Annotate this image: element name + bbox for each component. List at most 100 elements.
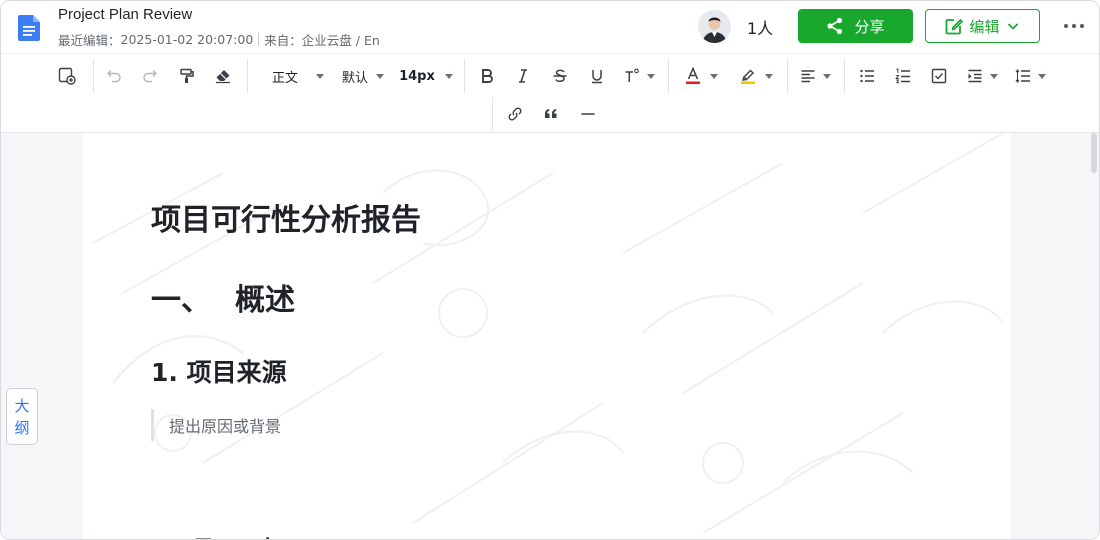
underline-icon (592, 70, 602, 84)
line-spacing-select[interactable] (1009, 64, 1051, 88)
document-header: Project Plan Review 最近编辑： 2025-01-02 20:… (1, 1, 1099, 53)
caret-down-icon (444, 73, 453, 79)
strikethrough-icon (553, 69, 567, 82)
placeholder-quote-block[interactable]: 提出原因或背景 (151, 409, 281, 441)
line-spacing-icon (1015, 69, 1030, 83)
edit-icon (946, 19, 964, 35)
more-dot-icon (1072, 24, 1076, 28)
text-color-select[interactable] (679, 64, 723, 88)
section-title: 概述 (235, 283, 295, 318)
bold-button[interactable] (475, 64, 499, 88)
italic-icon (519, 69, 527, 83)
caret-down-icon (646, 73, 655, 79)
font-size-select[interactable]: 14px (397, 64, 455, 88)
edit-label: 编辑 (969, 17, 1000, 36)
avatar[interactable] (698, 10, 731, 43)
toolbar-divider (247, 59, 248, 93)
insert-block-icon (58, 67, 76, 85)
italic-button[interactable] (511, 64, 535, 88)
caret-down-icon (709, 73, 718, 79)
insert-link-button[interactable] (503, 102, 527, 126)
editor-canvas: 项目可行性分析报告 一、 概述 1. 项目来源 提出原因或背景 2. 项目目标 (1, 133, 1099, 539)
font-family-value: 默认 (341, 70, 368, 86)
paragraph-style-select[interactable]: 正文 (263, 64, 333, 88)
font-family-select[interactable]: 默认 (337, 64, 389, 88)
horizontal-rule-icon (581, 113, 595, 115)
superscript-select[interactable] (619, 64, 659, 88)
bulleted-list-icon (860, 69, 874, 83)
align-left-icon (801, 70, 814, 83)
caret-down-icon (376, 73, 384, 79)
outline-toggle-button[interactable]: 大 纲 (6, 388, 38, 445)
checkbox-icon (931, 68, 947, 84)
align-select[interactable] (795, 64, 835, 88)
bold-icon (482, 69, 493, 83)
caret-down-icon (989, 73, 998, 79)
share-button[interactable]: 分享 (798, 9, 913, 43)
more-dot-icon (1064, 24, 1068, 28)
toolbar-divider (492, 97, 493, 131)
text-color-icon (685, 67, 700, 84)
user-avatar-icon (698, 10, 731, 43)
subsection-heading-2[interactable]: 2. 项目目标 (151, 531, 287, 539)
formatting-toolbar: 正文 默认 14px (1, 53, 1099, 133)
outline-label-bottom: 纲 (14, 418, 30, 437)
caret-down-icon (1037, 73, 1046, 79)
document-page[interactable]: 项目可行性分析报告 一、 概述 1. 项目来源 提出原因或背景 2. 项目目标 (83, 133, 1011, 539)
quote-icon (545, 109, 557, 118)
strikethrough-button[interactable] (548, 64, 572, 88)
section-number: 一、 (151, 283, 211, 318)
share-label: 分享 (854, 17, 885, 36)
clear-format-button[interactable] (211, 64, 235, 88)
subsection-heading-1[interactable]: 1. 项目来源 (151, 353, 287, 389)
quote-button[interactable] (539, 102, 563, 126)
collaborator-count[interactable]: 1人 (747, 15, 773, 39)
document-icon (18, 15, 40, 41)
eraser-icon (216, 70, 230, 84)
vertical-scrollbar[interactable] (1089, 133, 1099, 539)
toolbar-divider (464, 59, 465, 93)
outline-label-top: 大 (14, 396, 30, 415)
numbered-list-button[interactable] (891, 64, 915, 88)
caret-down-icon (764, 73, 773, 79)
paragraph-style-value: 正文 (271, 70, 298, 86)
insert-block-button[interactable] (54, 64, 80, 88)
toolbar-divider (844, 59, 845, 93)
format-painter-button[interactable] (175, 64, 199, 88)
toolbar-divider (668, 59, 669, 93)
chevron-down-icon (1007, 23, 1018, 30)
link-icon (508, 107, 522, 121)
meta-divider (258, 33, 260, 46)
document-title[interactable]: Project Plan Review (58, 6, 192, 23)
highlighter-icon (740, 69, 755, 84)
more-options-button[interactable] (1059, 15, 1089, 37)
undo-button[interactable] (102, 64, 126, 88)
scrollbar-thumb[interactable] (1091, 133, 1097, 173)
document-heading[interactable]: 项目可行性分析报告 (151, 195, 421, 239)
bulleted-list-button[interactable] (855, 64, 879, 88)
numbered-list-icon (895, 68, 910, 84)
indent-select[interactable] (961, 64, 1003, 88)
undo-icon (107, 70, 121, 83)
document-meta: 最近编辑： 2025-01-02 20:07:00 来自： 企业云盘 / En (58, 30, 380, 49)
indent-icon (968, 69, 981, 83)
edit-button[interactable]: 编辑 (925, 9, 1040, 43)
horizontal-rule-button[interactable] (576, 102, 600, 126)
format-painter-icon (180, 68, 194, 83)
toolbar-divider (93, 59, 94, 93)
share-icon (827, 17, 843, 35)
checklist-button[interactable] (927, 64, 951, 88)
superscript-icon (625, 68, 639, 82)
last-edit-time: 2025-01-02 20:07:00 (120, 32, 254, 47)
source-path[interactable]: 企业云盘 / En (302, 30, 380, 49)
toolbar-divider (787, 59, 788, 93)
font-size-value: 14px (399, 68, 435, 84)
more-dot-icon (1080, 24, 1084, 28)
caret-down-icon (316, 73, 324, 79)
underline-button[interactable] (585, 64, 609, 88)
document-window: Project Plan Review 最近编辑： 2025-01-02 20:… (0, 0, 1100, 540)
highlight-color-select[interactable] (734, 64, 778, 88)
section-heading-1[interactable]: 一、 概述 (151, 275, 295, 319)
redo-button[interactable] (138, 64, 162, 88)
caret-down-icon (822, 73, 831, 79)
